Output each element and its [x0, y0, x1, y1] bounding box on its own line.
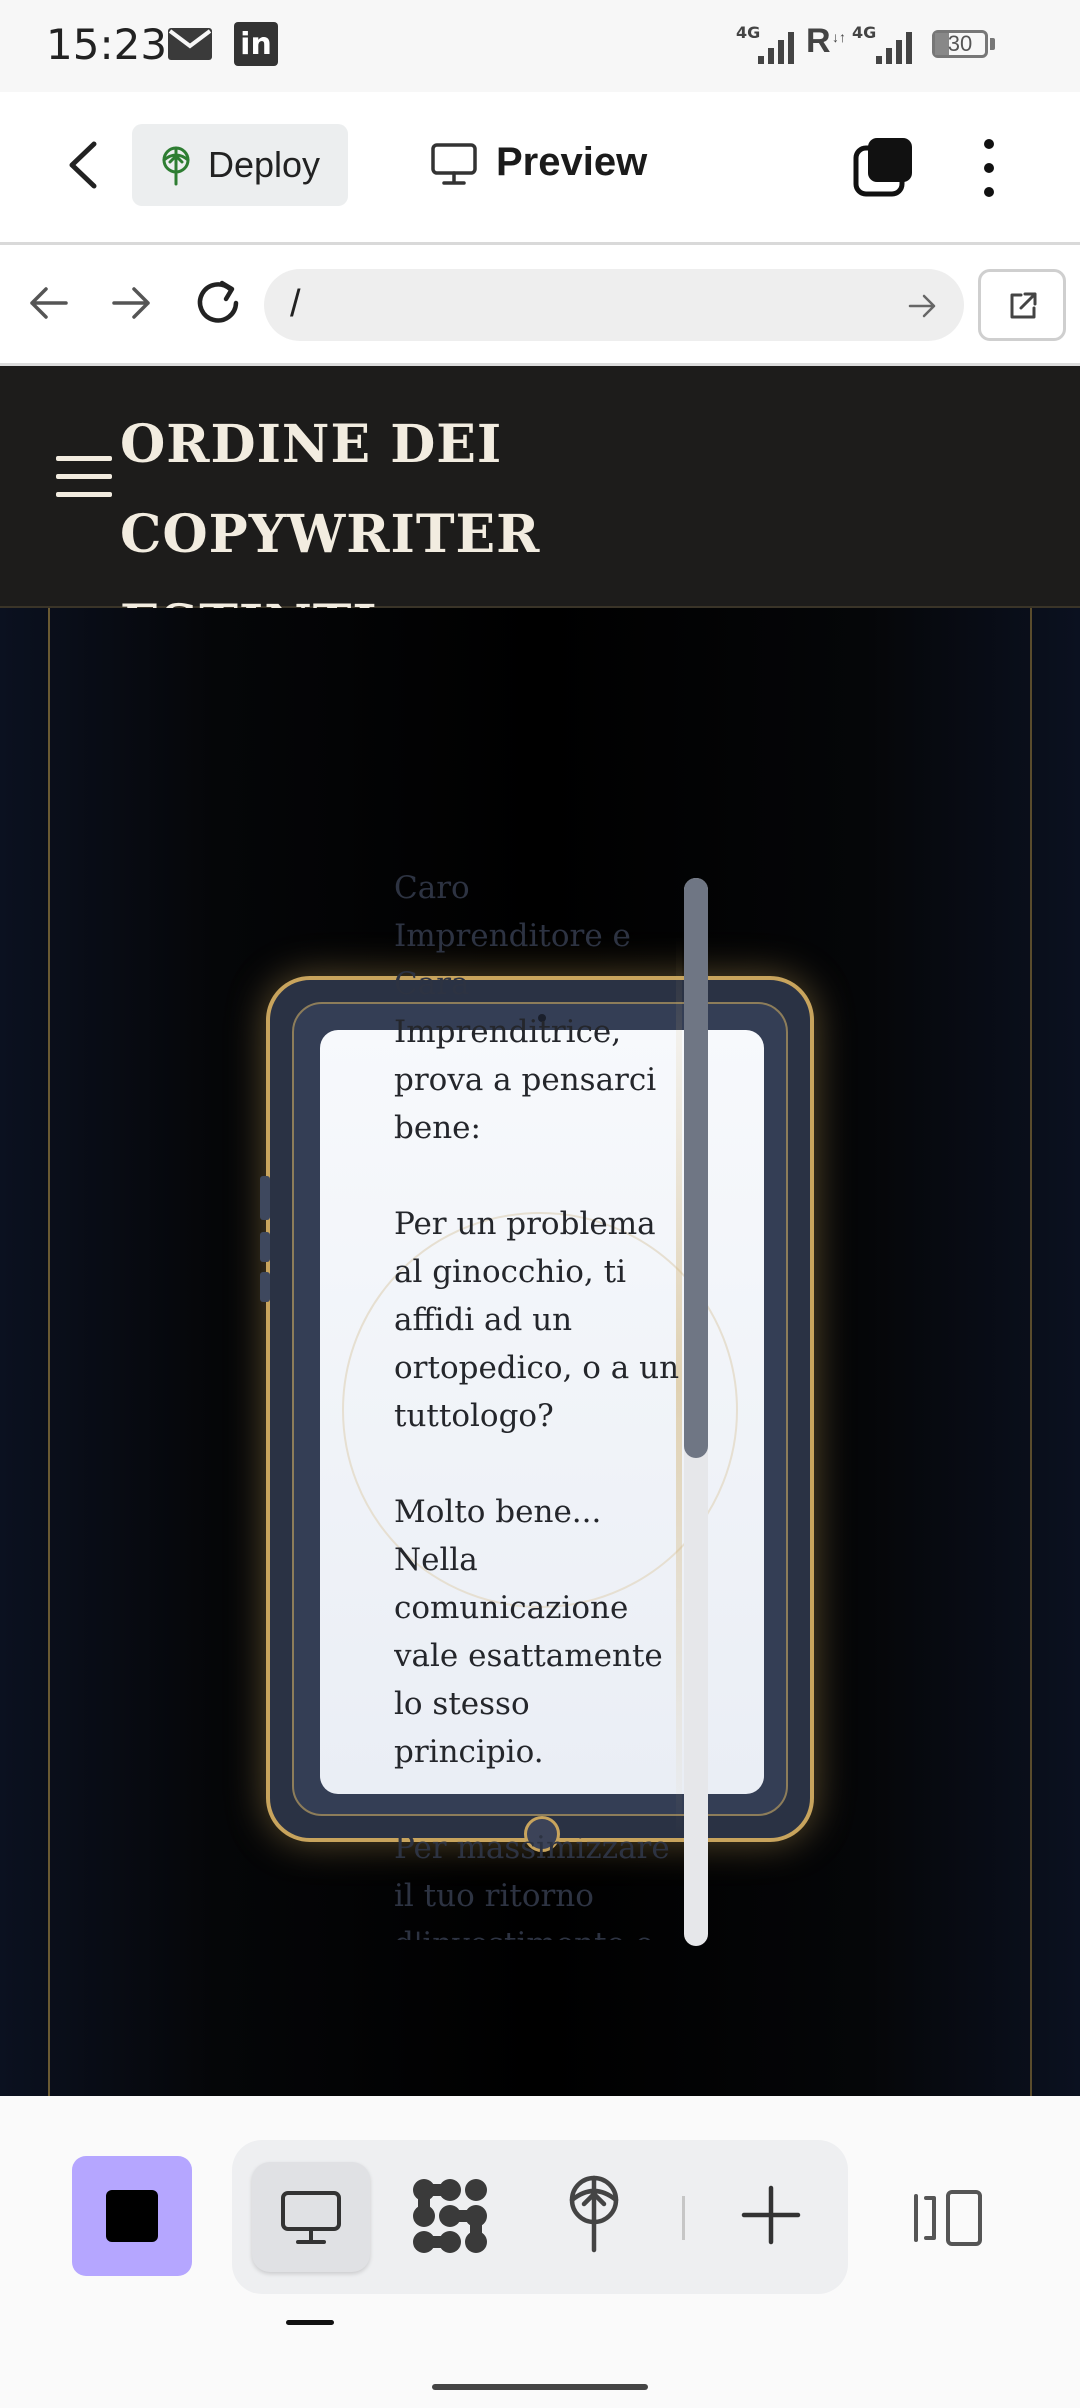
letter-line: vale esattamente — [394, 1638, 663, 1674]
url-field[interactable]: / — [264, 269, 964, 341]
toolbar-divider — [682, 2196, 685, 2240]
roaming-indicator: R — [806, 22, 831, 60]
battery-level: 30 — [947, 31, 973, 56]
add-icon[interactable] — [740, 2184, 802, 2246]
svg-text:4G: 4G — [852, 23, 876, 42]
letter-line: il tuo ritorno — [394, 1878, 594, 1914]
letter-line: Nella — [394, 1542, 478, 1578]
tablet-side-button — [260, 1176, 270, 1220]
letter-scrollbar[interactable] — [684, 878, 708, 1946]
frame-line-right — [1030, 608, 1032, 2096]
monitor-icon — [431, 143, 477, 185]
letter-line — [394, 1440, 684, 1488]
frame-line-left — [48, 608, 50, 2096]
letter-line: d'investimento e — [394, 1920, 684, 1940]
tablet-side-button — [260, 1232, 270, 1262]
letter-line: prova a pensarci — [394, 1062, 657, 1098]
deploy-icon — [162, 146, 190, 186]
status-bar: 15:23 in 4G R ↓↑ 4G 30 — [0, 0, 1080, 92]
tablet-side-button — [260, 1272, 270, 1302]
letter-line: al ginocchio, ti — [394, 1254, 626, 1290]
active-tab-indicator — [286, 2320, 334, 2325]
home-indicator[interactable] — [432, 2384, 648, 2390]
nav-forward-icon[interactable] — [110, 281, 154, 325]
layout-icon[interactable] — [912, 2188, 984, 2248]
letter-line: affidi ad un — [394, 1302, 573, 1338]
letter-text[interactable]: Caro Imprenditore e Cara Imprenditrice, prov… — [394, 864, 684, 1940]
letter-scrollbar-thumb[interactable] — [684, 878, 708, 1458]
open-external-button[interactable] — [978, 269, 1066, 341]
status-time: 15:23 — [46, 20, 168, 69]
stop-icon — [106, 2190, 158, 2242]
preview-label: Preview — [496, 140, 648, 184]
signal-icon: ↓↑ 4G — [832, 23, 912, 64]
letter-line: lo stesso principio. — [394, 1686, 544, 1770]
letter-line: comunicazione — [394, 1590, 629, 1626]
letter-line: Imprenditore e — [394, 918, 631, 954]
stop-button[interactable] — [72, 2156, 192, 2276]
battery-icon: 30 — [932, 30, 988, 58]
tabs-icon[interactable] — [852, 136, 916, 200]
letter-line — [394, 1776, 684, 1824]
desktop-view-button[interactable] — [252, 2162, 370, 2272]
mail-icon — [168, 28, 212, 60]
tool-group — [232, 2140, 848, 2294]
linkedin-icon: in — [234, 22, 278, 66]
app-bar: Deploy Preview — [0, 92, 1080, 245]
signal-icon: 4G — [736, 23, 794, 64]
nav-back-icon[interactable] — [26, 281, 70, 325]
site-title-line-1: ORDINE DEI COPYWRITER — [120, 414, 541, 565]
letter-line: ortopedico, o a un — [394, 1350, 680, 1386]
letter-line: bene: — [394, 1110, 481, 1146]
site-header: ORDINE DEI COPYWRITER ESTINTI — [0, 366, 1080, 655]
svg-text:4G: 4G — [736, 23, 760, 42]
letter-line: Caro — [394, 870, 470, 906]
letter-line: Per massimizzare — [394, 1830, 670, 1866]
letter-line — [394, 1152, 684, 1200]
more-vertical-icon[interactable] — [974, 136, 1004, 200]
reload-icon[interactable] — [192, 277, 244, 329]
letter-line: Cara — [394, 966, 470, 1002]
bottom-toolbar — [0, 2096, 1080, 2408]
back-arrow-icon[interactable] — [60, 140, 108, 190]
letter-line: Imprenditrice, — [394, 1014, 622, 1050]
deploy-button[interactable]: Deploy — [132, 124, 348, 206]
deploy-label: Deploy — [208, 144, 321, 185]
hamburger-menu-icon[interactable] — [56, 454, 112, 502]
deploy-icon[interactable] — [562, 2174, 626, 2254]
svg-text:↓↑: ↓↑ — [832, 29, 846, 45]
open-external-icon — [1010, 292, 1037, 319]
preview-button[interactable]: Preview — [426, 128, 666, 200]
letter-line: Per un problema — [394, 1206, 656, 1242]
desktop-icon — [281, 2191, 341, 2244]
browser-bar: / — [0, 245, 1080, 366]
nodes-icon[interactable] — [410, 2176, 490, 2256]
url-text: / — [290, 283, 301, 325]
letter-line: Molto bene... — [394, 1494, 602, 1530]
go-arrow-icon[interactable] — [908, 291, 938, 321]
letter-line: tuttologo? — [394, 1398, 554, 1434]
